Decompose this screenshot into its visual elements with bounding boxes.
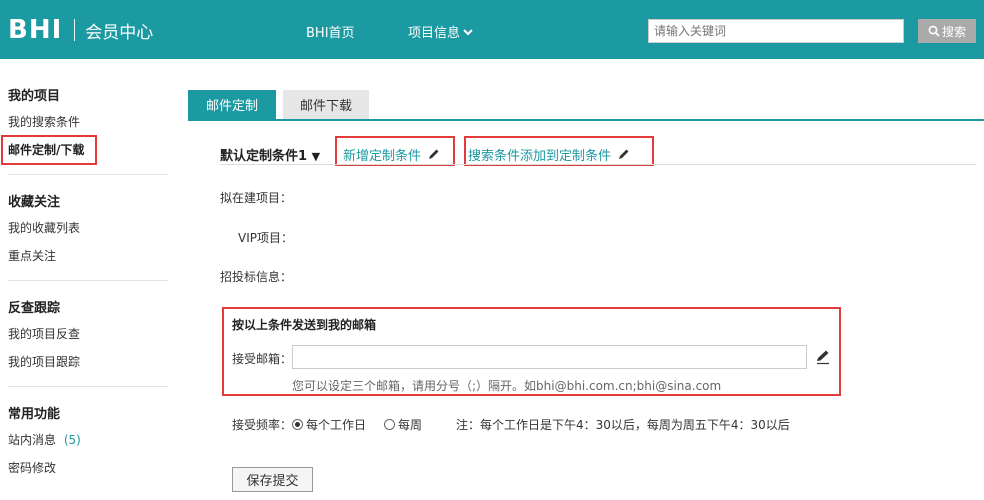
- nav-project-info[interactable]: 项目信息: [408, 22, 473, 41]
- sidebar-item-site-messages[interactable]: 站内消息 (5): [8, 431, 81, 448]
- add-condition-link[interactable]: 新增定制条件: [343, 145, 440, 164]
- nav-bhi-home[interactable]: BHI首页: [306, 22, 355, 41]
- top-header: BHI 会员中心 BHI首页 项目信息 搜索: [0, 0, 984, 59]
- sidebar-item-my-search-conditions[interactable]: 我的搜索条件: [8, 113, 80, 130]
- sidebar-title-favorites: 收藏关注: [8, 195, 61, 210]
- pencil-icon: [429, 149, 439, 159]
- sidebar-item-mail-custom-download[interactable]: 邮件定制/下载: [8, 141, 84, 158]
- sidebar-title-my-projects: 我的项目: [8, 89, 61, 104]
- sidebar-divider: [8, 386, 168, 387]
- tab-mail-download[interactable]: 邮件下载: [283, 90, 369, 119]
- chevron-down-icon: [463, 28, 473, 35]
- logo-text: 会员中心: [85, 22, 154, 43]
- save-submit-button[interactable]: 保存提交: [232, 467, 313, 492]
- search-icon: [928, 25, 940, 37]
- tab-mail-custom[interactable]: 邮件定制: [188, 90, 276, 119]
- planned-projects-label: 拟在建项目：: [220, 191, 293, 205]
- default-condition-dropdown[interactable]: 默认定制条件1 ▼: [220, 145, 320, 164]
- frequency-option-weekly-label: 每周: [398, 418, 423, 432]
- site-messages-label: 站内消息: [8, 433, 57, 447]
- conditions-divider: [220, 164, 976, 165]
- sidebar-item-key-follow[interactable]: 重点关注: [8, 247, 56, 264]
- sidebar-title-reverse-tracking: 反查跟踪: [8, 301, 61, 316]
- logo-mark: BHI: [8, 15, 63, 45]
- logo-divider: [74, 19, 76, 41]
- sidebar-divider: [8, 280, 168, 281]
- frequency-option-workday-label: 每个工作日: [306, 418, 367, 432]
- sidebar-item-project-reverse[interactable]: 我的项目反查: [8, 325, 80, 342]
- pencil-icon: [619, 149, 629, 159]
- frequency-label: 接受频率：: [232, 418, 293, 432]
- edit-pencil-icon[interactable]: [815, 349, 831, 365]
- message-count-badge: (5): [63, 433, 81, 447]
- sidebar-divider: [8, 174, 168, 175]
- add-search-to-condition-label: 搜索条件添加到定制条件: [468, 149, 612, 164]
- search-input[interactable]: [648, 19, 904, 43]
- bid-info-label: 招投标信息：: [220, 270, 293, 284]
- sidebar-item-change-password[interactable]: 密码修改: [8, 459, 56, 476]
- sidebar-title-common-functions: 常用功能: [8, 407, 61, 422]
- vip-projects-label: VIP项目：: [238, 231, 293, 245]
- add-condition-label: 新增定制条件: [343, 149, 422, 164]
- logo[interactable]: BHI 会员中心: [8, 15, 154, 45]
- frequency-option-workday[interactable]: 每个工作日: [292, 416, 366, 433]
- search-button[interactable]: 搜索: [918, 19, 976, 43]
- default-condition-label: 默认定制条件1: [220, 149, 308, 164]
- frequency-note: 注：每个工作日是下午4：30以后，每周为周五下午4：30以后: [456, 418, 790, 432]
- email-section-title: 按以上条件发送到我的邮箱: [232, 318, 377, 332]
- sidebar-item-project-tracking[interactable]: 我的项目跟踪: [8, 353, 80, 370]
- radio-workday[interactable]: [292, 419, 303, 430]
- caret-down-icon: ▼: [311, 150, 321, 163]
- sidebar-item-favorite-list[interactable]: 我的收藏列表: [8, 219, 80, 236]
- frequency-option-weekly[interactable]: 每周: [384, 416, 422, 433]
- search-button-label: 搜索: [941, 24, 966, 39]
- email-hint: 您可以设定三个邮箱，请用分号（;）隔开。如bhi@bhi.com.cn;bhi@…: [292, 379, 722, 393]
- nav-project-info-label: 项目信息: [408, 26, 461, 41]
- email-field-label: 接受邮箱：: [232, 352, 293, 366]
- tab-underline: [188, 119, 984, 121]
- add-search-to-condition-link[interactable]: 搜索条件添加到定制条件: [468, 145, 630, 164]
- email-field[interactable]: [292, 345, 807, 369]
- radio-weekly[interactable]: [384, 419, 395, 430]
